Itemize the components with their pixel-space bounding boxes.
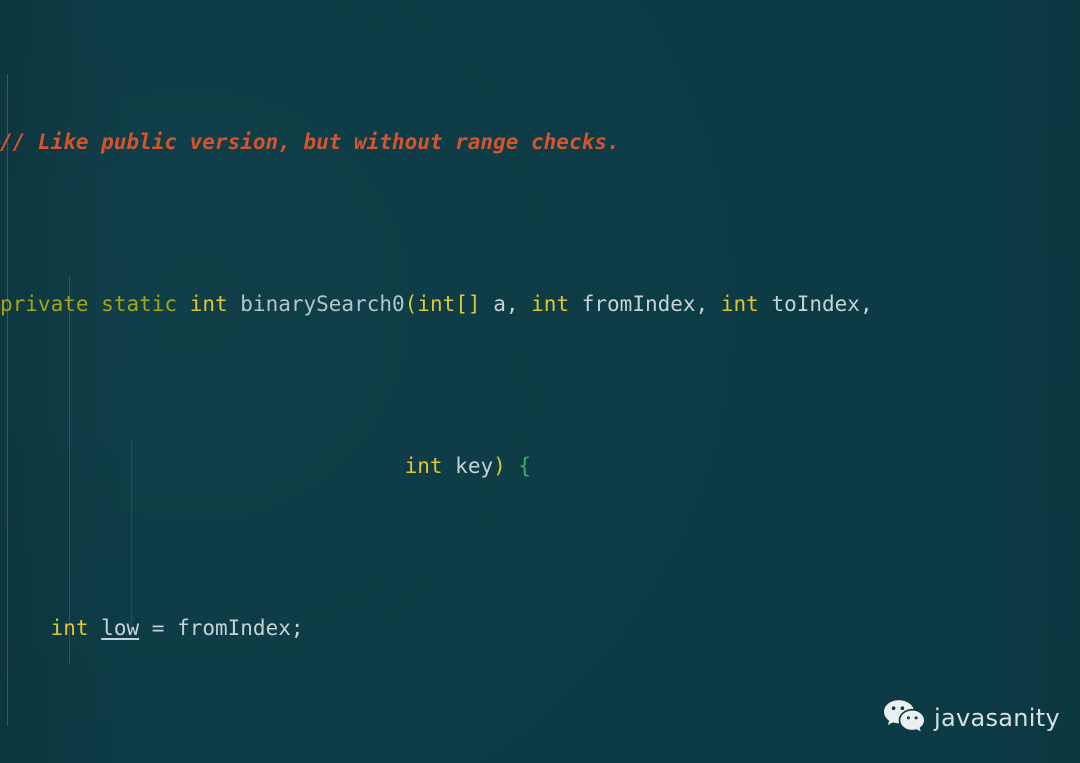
code-line-4: int low = fromIndex; <box>0 608 1080 649</box>
param-toindex: toIndex <box>771 291 860 316</box>
wechat-icon <box>883 699 925 737</box>
code-block[interactable]: // Like public version, but without rang… <box>0 0 1080 763</box>
param-type-int-array: int[] <box>417 291 481 316</box>
comment-header: // Like public version, but without rang… <box>0 129 620 154</box>
comma: , <box>859 291 873 316</box>
param-a: a <box>493 291 506 316</box>
paren-open-params: ( <box>404 291 418 316</box>
semicolon: ; <box>290 615 304 640</box>
method-name-binarysearch0: binarySearch0 <box>240 291 405 316</box>
param-fromindex: fromIndex <box>581 291 696 316</box>
comma: , <box>695 291 709 316</box>
param-type-int-toindex: int <box>720 291 759 316</box>
operator-assign: = <box>151 615 165 640</box>
code-line-3: int key) { <box>0 446 1080 487</box>
comma: , <box>505 291 519 316</box>
watermark: javasanity <box>883 699 1060 737</box>
param-type-int-fromindex: int <box>531 291 570 316</box>
paren-close-params: ) <box>493 453 506 478</box>
param-key: key <box>455 453 494 478</box>
code-line-1: // Like public version, but without rang… <box>0 122 1080 163</box>
variable-low: low <box>101 615 140 640</box>
brace-open-method: { <box>518 453 532 478</box>
keyword-int-low: int <box>50 615 89 640</box>
param-type-int-key: int <box>404 453 443 478</box>
watermark-brand-text: javasanity <box>934 704 1060 732</box>
value-fromindex: fromIndex <box>177 615 291 640</box>
code-editor-canvas: // Like public version, but without rang… <box>0 0 1080 763</box>
keyword-int-return-type: int <box>189 291 228 316</box>
keyword-static: static <box>101 291 178 316</box>
keyword-private: private <box>0 291 89 316</box>
code-line-2: private static int binarySearch0(int[] a… <box>0 284 1080 325</box>
